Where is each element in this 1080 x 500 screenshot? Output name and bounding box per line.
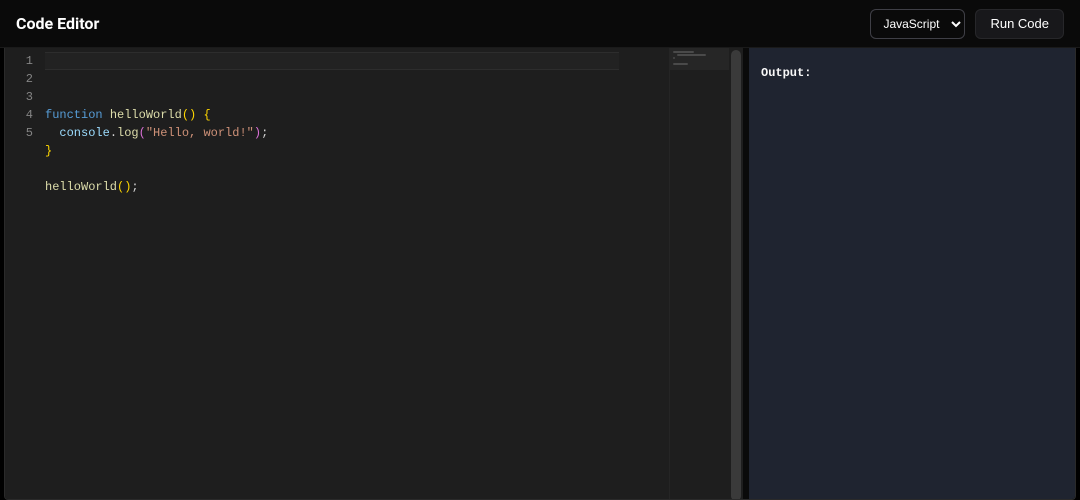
code-line[interactable] xyxy=(45,160,669,178)
app-title: Code Editor xyxy=(16,14,99,33)
minimap-content xyxy=(673,51,726,66)
code-editor[interactable]: function helloWorld() { console.log("Hel… xyxy=(45,48,669,499)
output-label: Output: xyxy=(761,66,811,80)
header-controls: JavaScriptPythonTypeScript Run Code xyxy=(870,9,1064,39)
output-pane: Output: xyxy=(749,48,1075,499)
line-number-gutter: 12345 xyxy=(5,48,45,499)
editor-scrollbar-thumb[interactable] xyxy=(731,50,741,499)
line-number: 1 xyxy=(5,52,33,70)
line-number: 2 xyxy=(5,70,33,88)
header: Code Editor JavaScriptPythonTypeScript R… xyxy=(0,0,1080,48)
code-line[interactable]: } xyxy=(45,142,669,160)
minimap[interactable] xyxy=(669,48,729,499)
run-code-button[interactable]: Run Code xyxy=(975,9,1064,39)
line-number: 5 xyxy=(5,124,33,142)
current-line-highlight xyxy=(45,52,619,70)
language-select[interactable]: JavaScriptPythonTypeScript xyxy=(870,9,965,39)
code-line[interactable]: function helloWorld() { xyxy=(45,106,669,124)
code-line[interactable]: console.log("Hello, world!"); xyxy=(45,124,669,142)
line-number: 3 xyxy=(5,88,33,106)
code-line[interactable]: helloWorld(); xyxy=(45,178,669,196)
editor-pane: 12345 function helloWorld() { console.lo… xyxy=(5,48,743,499)
main-area: 12345 function helloWorld() { console.lo… xyxy=(4,48,1076,500)
line-number: 4 xyxy=(5,106,33,124)
editor-scrollbar[interactable] xyxy=(729,48,743,499)
